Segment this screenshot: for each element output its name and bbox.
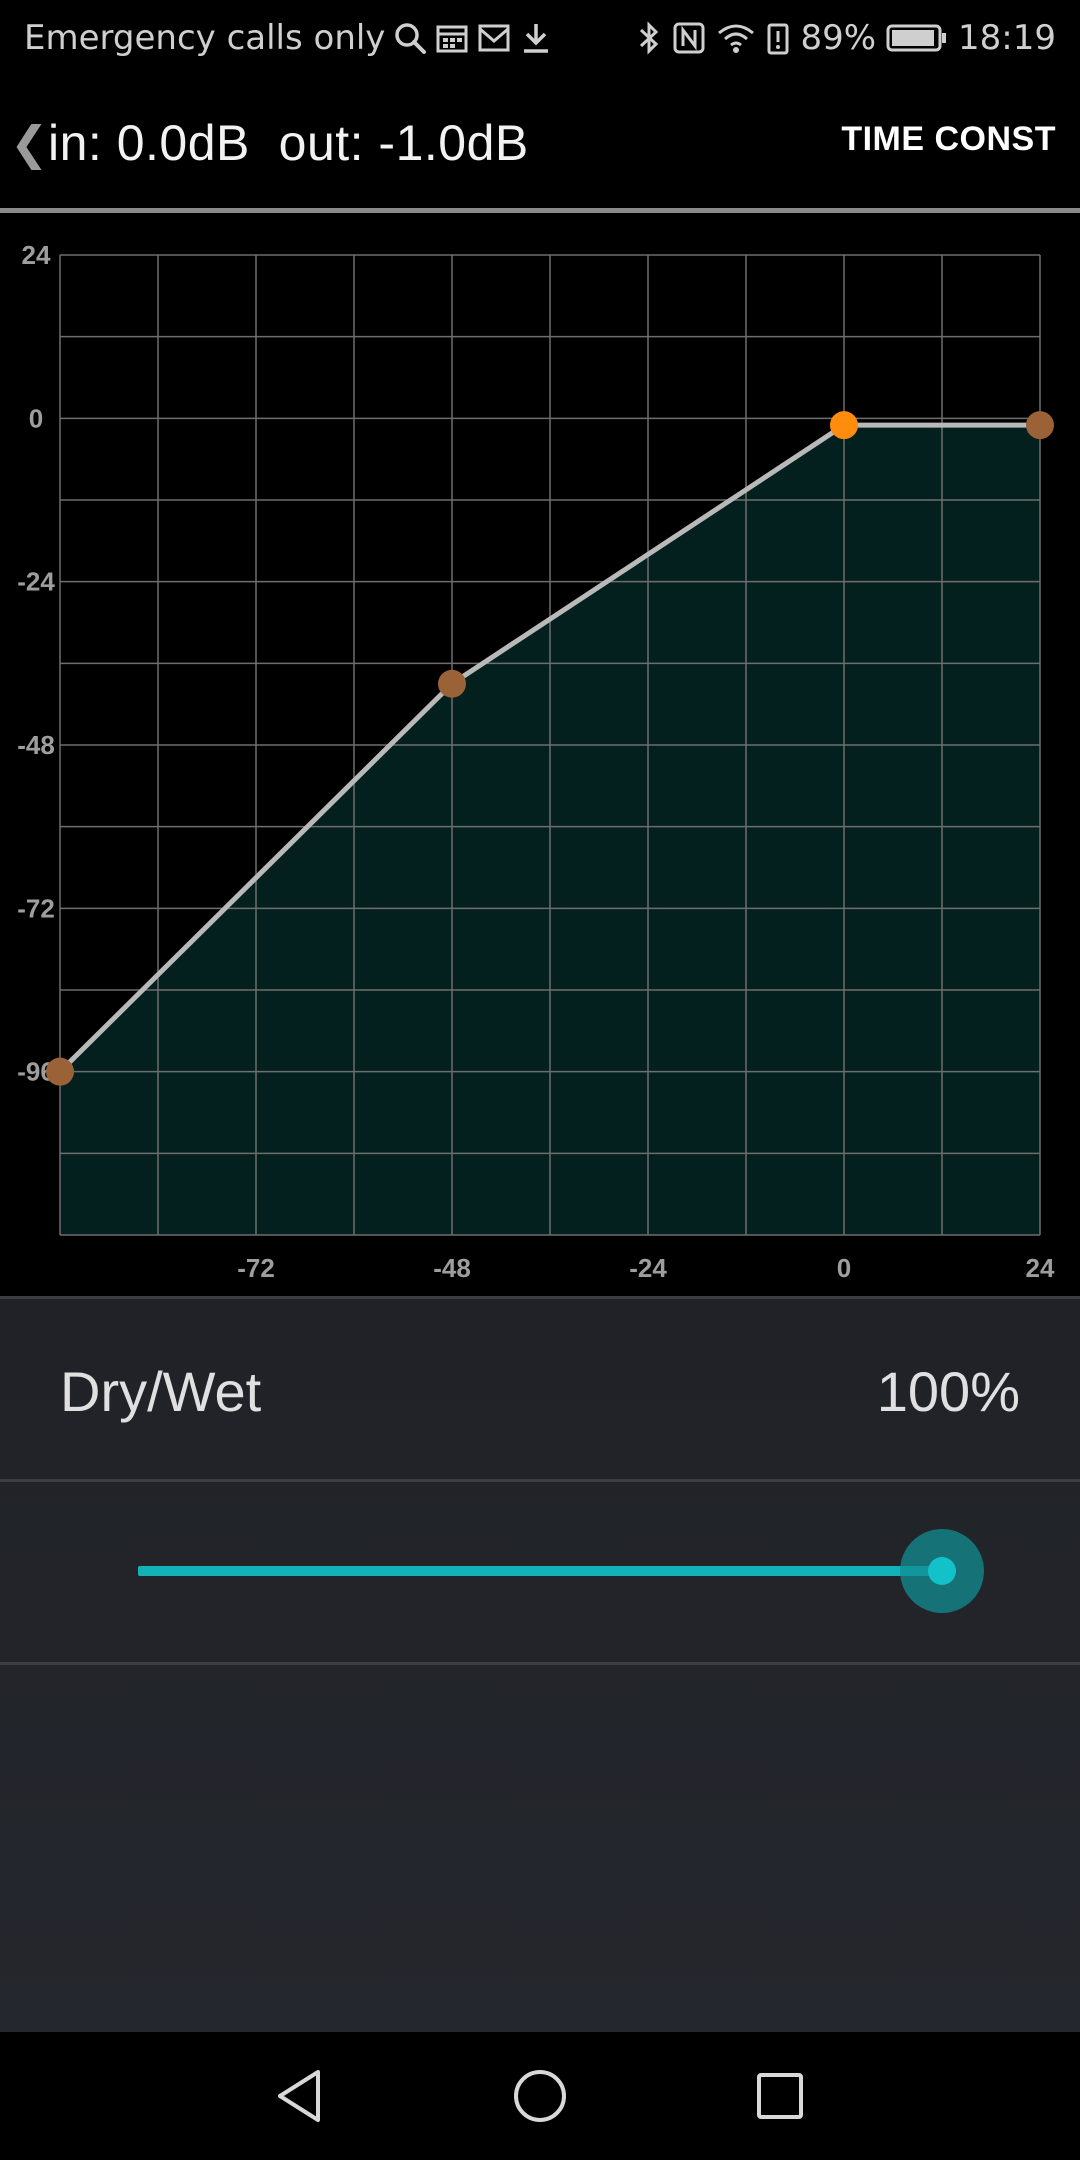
x-tick-label: -48 (433, 1253, 471, 1283)
status-bar: Emergency calls only 89% 18:19 (0, 0, 1080, 76)
io-level-readout: in: 0.0dB out: -1.0dB (48, 115, 529, 171)
carrier-text: Emergency calls only (24, 18, 386, 58)
mail-icon (477, 21, 511, 55)
y-tick-label: -72 (17, 893, 55, 923)
curve-control-point[interactable] (830, 411, 858, 440)
curve-svg[interactable]: 240-24-48-72-96-72 -48 -24 0 24 (0, 213, 1080, 1296)
battery-percent: 89% (800, 18, 877, 58)
app-bar: ❮ in: 0.0dB out: -1.0dB TIME CONST (0, 76, 1080, 210)
back-chevron-icon[interactable]: ❮ (10, 120, 49, 166)
status-left: Emergency calls only (24, 14, 553, 62)
drywet-slider-row (0, 1482, 1080, 1662)
settings-panel: Dry/Wet 100% (0, 1296, 1080, 2032)
drywet-slider-thumb[interactable] (900, 1529, 984, 1613)
x-tick-label: -24 (629, 1253, 667, 1283)
x-tick-label: 0 (837, 1253, 851, 1283)
home-circle-icon[interactable] (506, 2062, 574, 2130)
y-tick-label: -48 (17, 730, 55, 760)
search-icon (393, 21, 427, 55)
y-tick-label: 0 (29, 403, 43, 433)
status-time: 18:19 (958, 18, 1056, 58)
drywet-slider-fill (138, 1566, 942, 1576)
drywet-slider-track[interactable] (138, 1566, 942, 1576)
drywet-value: 100% (876, 1360, 1020, 1423)
recents-square-icon[interactable] (746, 2062, 814, 2130)
wifi-icon (716, 21, 756, 55)
status-right: 89% 18:19 (636, 14, 1056, 62)
back-triangle-icon[interactable] (266, 2062, 334, 2130)
nfc-icon (672, 21, 706, 55)
navigation-bar (0, 2032, 1080, 2160)
battery-icon (886, 21, 948, 55)
drywet-row: Dry/Wet 100% (0, 1299, 1080, 1479)
curve-control-point[interactable] (46, 1057, 74, 1086)
y-tick-label: -24 (17, 567, 55, 597)
battery-saver-icon (766, 21, 790, 55)
x-tick-label: 24 (1026, 1253, 1055, 1283)
curve-control-point[interactable] (438, 669, 466, 698)
row-divider (0, 1662, 1080, 1665)
x-tick-label: -72 (237, 1253, 275, 1283)
time-const-button[interactable]: TIME CONST (841, 120, 1056, 159)
compressor-curve-chart[interactable]: 24 0 -24 -48 -72 -96 -72 -48 -24 0 24 (0, 213, 1080, 1296)
calendar-icon (435, 21, 469, 55)
curve-control-point[interactable] (1026, 411, 1054, 440)
y-tick-label: 24 (22, 240, 51, 270)
download-icon (519, 21, 553, 55)
bluetooth-icon (636, 20, 662, 56)
drywet-label: Dry/Wet (60, 1360, 262, 1423)
drywet-slider-thumb-core[interactable] (928, 1557, 956, 1585)
